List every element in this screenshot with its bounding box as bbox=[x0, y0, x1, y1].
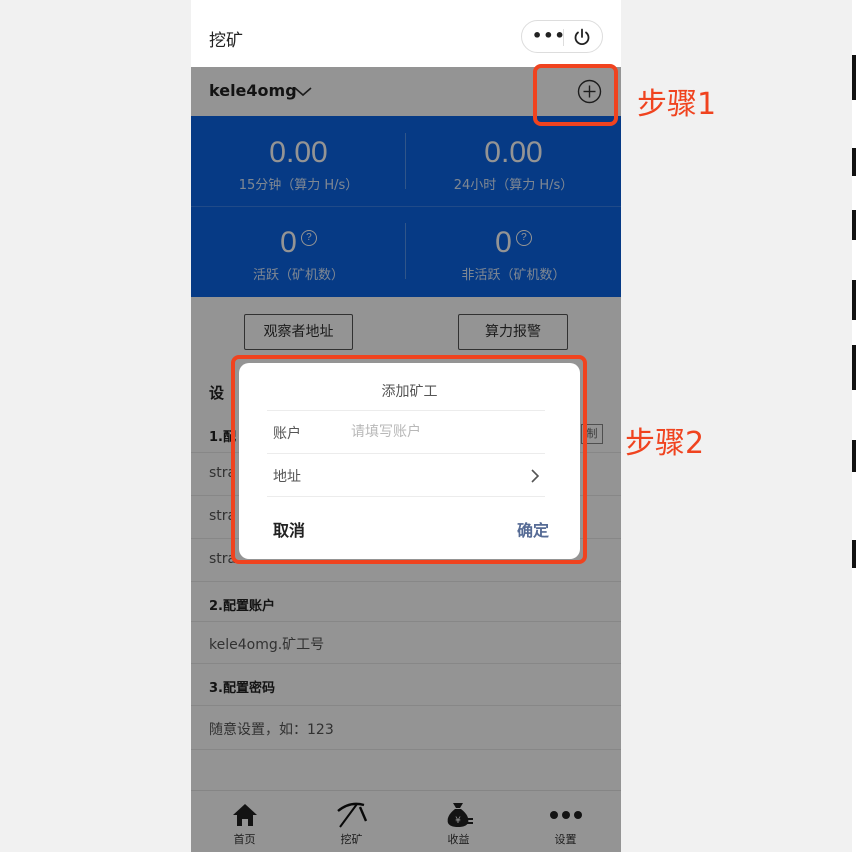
capsule-menu: ••• bbox=[521, 20, 603, 53]
capsule-divider bbox=[563, 29, 564, 46]
adjacent-window-edge bbox=[852, 0, 856, 852]
power-icon[interactable] bbox=[570, 27, 594, 47]
mini-program-navbar: 挖矿 ••• bbox=[191, 0, 621, 67]
more-icon[interactable]: ••• bbox=[532, 28, 565, 46]
step1-highlight-box bbox=[533, 64, 618, 126]
step1-annotation: 步骤1 bbox=[637, 87, 717, 122]
step2-annotation: 步骤2 bbox=[625, 426, 705, 461]
page-title: 挖矿 bbox=[209, 31, 243, 51]
step2-highlight-box bbox=[231, 355, 587, 564]
